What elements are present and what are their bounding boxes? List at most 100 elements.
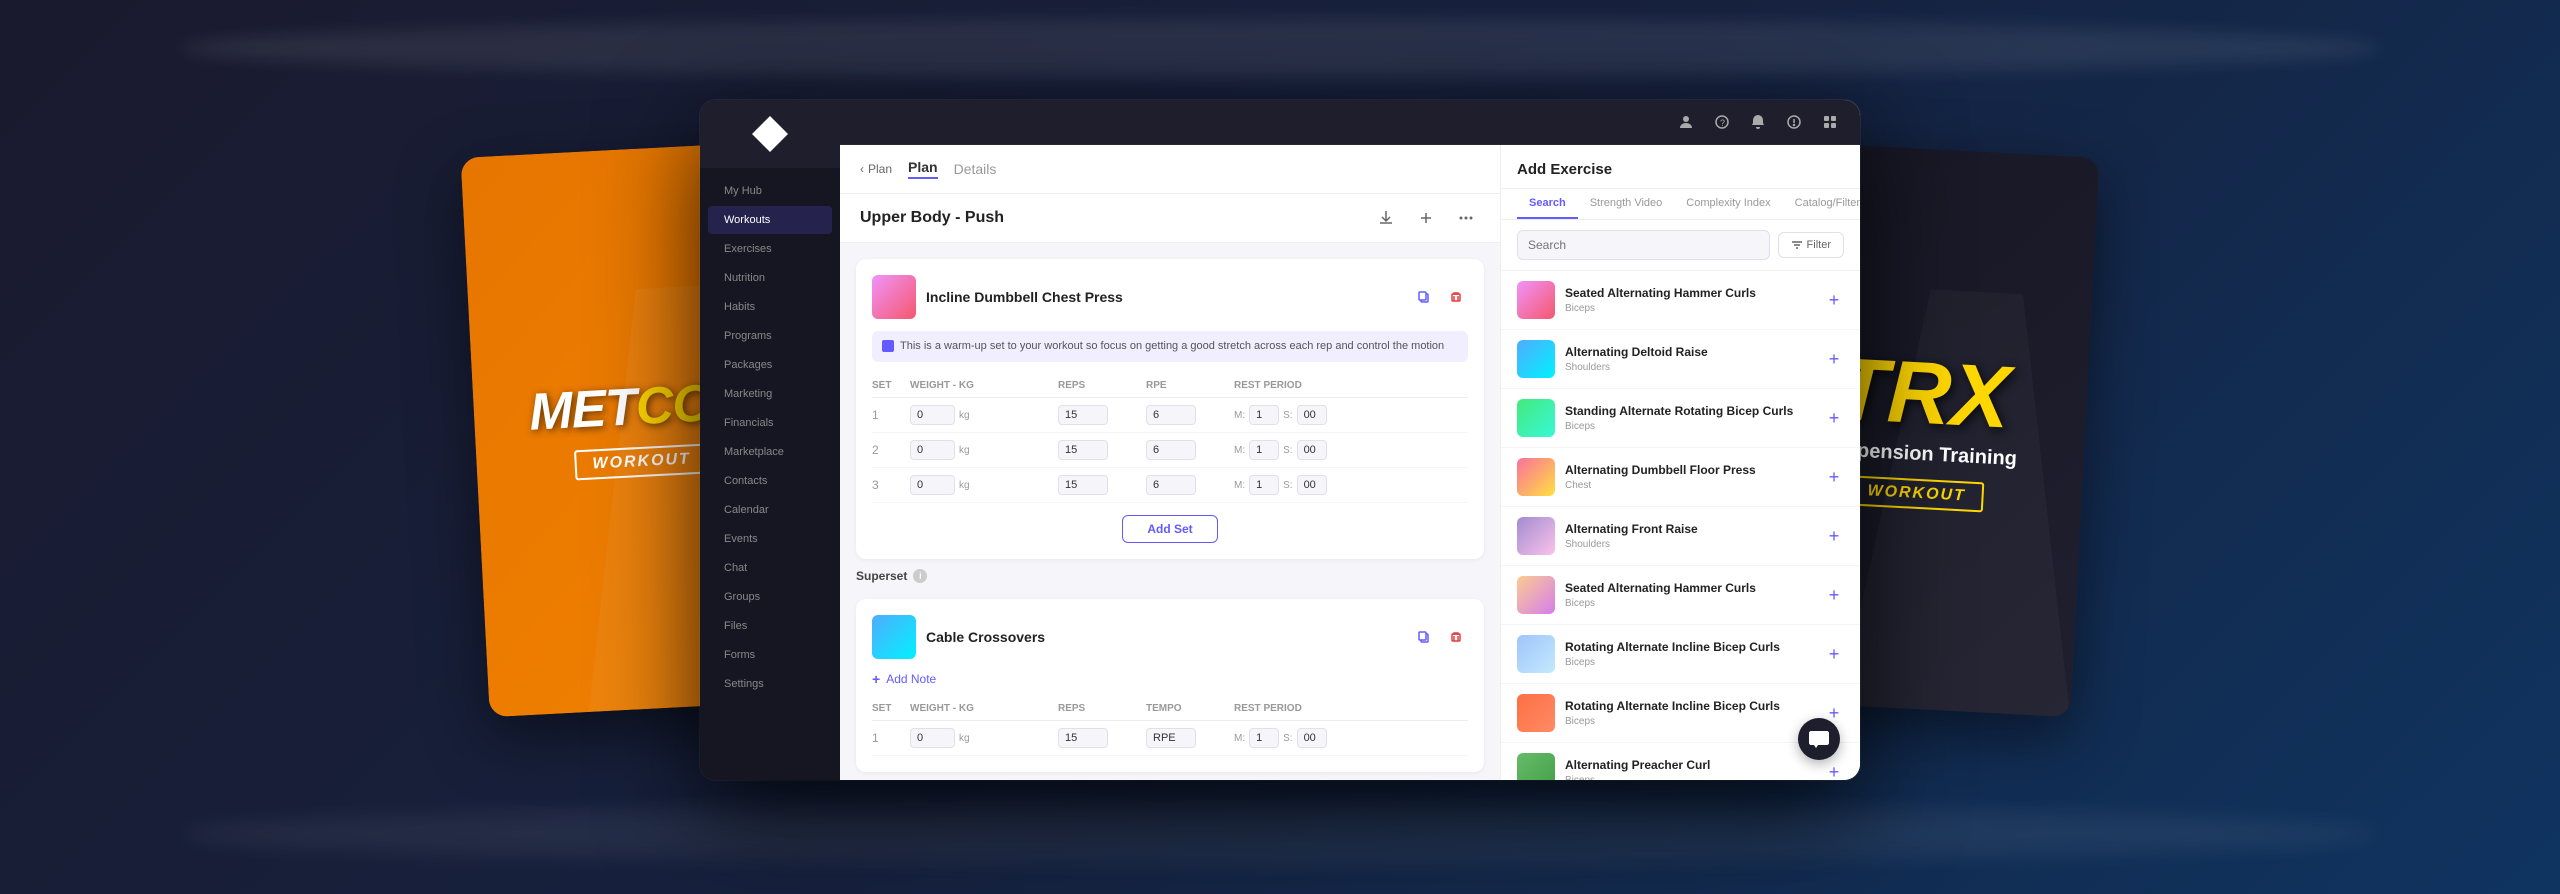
sidebar-item-calendar[interactable]: Calendar [708, 496, 832, 524]
warmup-text: This is a warm-up set to your workout so… [900, 339, 1444, 354]
set-1-reps-input[interactable] [1058, 405, 1108, 425]
ex-add-1[interactable]: + [1824, 290, 1844, 310]
sidebar-item-nutrition[interactable]: Nutrition [708, 264, 832, 292]
ex-name-7: Rotating Alternate Incline Bicep Curls [1565, 640, 1814, 656]
ex2-set-1-weight-input[interactable] [910, 728, 955, 748]
ex-thumb-5 [1517, 517, 1555, 555]
tab-strength-video[interactable]: Strength Video [1578, 189, 1675, 219]
sidebar-item-workouts[interactable]: Workouts [708, 206, 832, 234]
exercise-1-copy-icon[interactable] [1412, 285, 1436, 309]
bell-icon[interactable] [1748, 112, 1768, 132]
chat-bubble-button[interactable] [1798, 718, 1840, 760]
tab-plan[interactable]: Plan [908, 159, 938, 179]
exercise-list-item[interactable]: Standing Alternate Rotating Bicep Curls … [1501, 389, 1860, 448]
back-button[interactable]: ‹ Plan [860, 162, 892, 176]
ex-add-6[interactable]: + [1824, 585, 1844, 605]
exercise-list-item[interactable]: Seated Alternating Hammer Curls Biceps + [1501, 566, 1860, 625]
set-2-reps-input[interactable] [1058, 440, 1108, 460]
main-content: ? ‹ Plan Plan [840, 100, 1860, 780]
set-2-weight-input[interactable] [910, 440, 955, 460]
ex-cat-3: Biceps [1565, 421, 1814, 432]
download-icon[interactable] [1372, 204, 1400, 232]
exercise-1-delete-icon[interactable] [1444, 285, 1468, 309]
ex-add-7[interactable]: + [1824, 644, 1844, 664]
ex-info-9: Alternating Preacher Curl Biceps [1565, 758, 1814, 780]
add-note-row[interactable]: + Add Note [872, 671, 1468, 687]
set-table-header: Set Weight - kg Reps RPE Rest Period [872, 374, 1468, 398]
add-set-button[interactable]: Add Set [1122, 515, 1217, 543]
ex-name-9: Alternating Preacher Curl [1565, 758, 1814, 774]
sidebar-item-groups[interactable]: Groups [708, 583, 832, 611]
sidebar-nav: My Hub Workouts Exercises Nutrition Habi… [700, 168, 840, 780]
sidebar-item-exercises[interactable]: Exercises [708, 235, 832, 263]
exercise-2-block: Cable Crossovers + Add Note [856, 599, 1484, 772]
sidebar-item-chat[interactable]: Chat [708, 554, 832, 582]
superset-info-icon[interactable]: i [913, 569, 927, 583]
exercise-search-input[interactable] [1517, 230, 1770, 260]
set-1-rpe-input[interactable] [1146, 405, 1196, 425]
set-3-rest-m-input[interactable] [1249, 475, 1279, 495]
search-row: Filter [1517, 230, 1844, 260]
exercise-list-item[interactable]: Alternating Deltoid Raise Shoulders + [1501, 330, 1860, 389]
tab-catalog[interactable]: Catalog/Filters [1783, 189, 1860, 219]
set-3-rest-s-input[interactable] [1297, 475, 1327, 495]
sidebar-item-financials[interactable]: Financials [708, 409, 832, 437]
exercise-2-set-row-1: 1 kg M: S: [872, 721, 1468, 756]
sidebar-item-marketing[interactable]: Marketing [708, 380, 832, 408]
sidebar-item-events[interactable]: Events [708, 525, 832, 553]
sidebar-item-programs[interactable]: Programs [708, 322, 832, 350]
alert-icon[interactable] [1784, 112, 1804, 132]
set-1-rest-m-input[interactable] [1249, 405, 1279, 425]
exercise-2-copy-icon[interactable] [1412, 625, 1436, 649]
exercise-list-item[interactable]: Seated Alternating Hammer Curls Biceps + [1501, 271, 1860, 330]
exercise-1-name: Incline Dumbbell Chest Press [926, 289, 1402, 305]
set-3-weight-input[interactable] [910, 475, 955, 495]
exercise-2-set-header: Set Weight - kg Reps Tempo Rest Period [872, 697, 1468, 721]
tab-details[interactable]: Details [954, 161, 997, 177]
ex-add-2[interactable]: + [1824, 349, 1844, 369]
sidebar-item-forms[interactable]: Forms [708, 641, 832, 669]
person-icon[interactable] [1676, 112, 1696, 132]
ex-add-9[interactable]: + [1824, 762, 1844, 780]
ex-add-3[interactable]: + [1824, 408, 1844, 428]
ex2-rest-m-input[interactable] [1249, 728, 1279, 748]
set-row-2: 2 kg M: S: [872, 433, 1468, 468]
set-3-reps-input[interactable] [1058, 475, 1108, 495]
set-2-rest-m-input[interactable] [1249, 440, 1279, 460]
warmup-checkbox[interactable] [882, 340, 894, 352]
exercise-list-item[interactable]: Alternating Front Raise Shoulders + [1501, 507, 1860, 566]
set-1-rest-s-input[interactable] [1297, 405, 1327, 425]
more-icon[interactable] [1452, 204, 1480, 232]
set-2-rest-s-input[interactable] [1297, 440, 1327, 460]
sidebar-item-contacts[interactable]: Contacts [708, 467, 832, 495]
ex-cat-7: Biceps [1565, 657, 1814, 668]
sidebar-item-myhub[interactable]: My Hub [708, 177, 832, 205]
sidebar-item-packages[interactable]: Packages [708, 351, 832, 379]
sidebar-item-marketplace[interactable]: Marketplace [708, 438, 832, 466]
ex2-rest-s-input[interactable] [1297, 728, 1327, 748]
ex-info-6: Seated Alternating Hammer Curls Biceps [1565, 581, 1814, 610]
exercise-list-item[interactable]: Alternating Dumbbell Floor Press Chest + [1501, 448, 1860, 507]
ex-thumb-2 [1517, 340, 1555, 378]
set-2-rpe-input[interactable] [1146, 440, 1196, 460]
tab-search[interactable]: Search [1517, 189, 1578, 219]
ex-info-2: Alternating Deltoid Raise Shoulders [1565, 345, 1814, 374]
grid-icon[interactable] [1820, 112, 1840, 132]
filter-button[interactable]: Filter [1778, 232, 1844, 258]
exercise-2-delete-icon[interactable] [1444, 625, 1468, 649]
sidebar-item-settings[interactable]: Settings [708, 670, 832, 698]
ex-name-3: Standing Alternate Rotating Bicep Curls [1565, 404, 1814, 420]
ex-add-4[interactable]: + [1824, 467, 1844, 487]
expand-icon[interactable] [1412, 204, 1440, 232]
question-icon[interactable]: ? [1712, 112, 1732, 132]
tab-complexity[interactable]: Complexity Index [1674, 189, 1782, 219]
sidebar-item-habits[interactable]: Habits [708, 293, 832, 321]
set-1-weight-input[interactable] [910, 405, 955, 425]
ex-add-5[interactable]: + [1824, 526, 1844, 546]
exercise-list-item[interactable]: Rotating Alternate Incline Bicep Curls B… [1501, 625, 1860, 684]
set-3-rpe-input[interactable] [1146, 475, 1196, 495]
ex2-set-1-reps-input[interactable] [1058, 728, 1108, 748]
ex2-set-1-tempo-input[interactable] [1146, 728, 1196, 748]
workout-actions [1372, 204, 1480, 232]
sidebar-item-files[interactable]: Files [708, 612, 832, 640]
